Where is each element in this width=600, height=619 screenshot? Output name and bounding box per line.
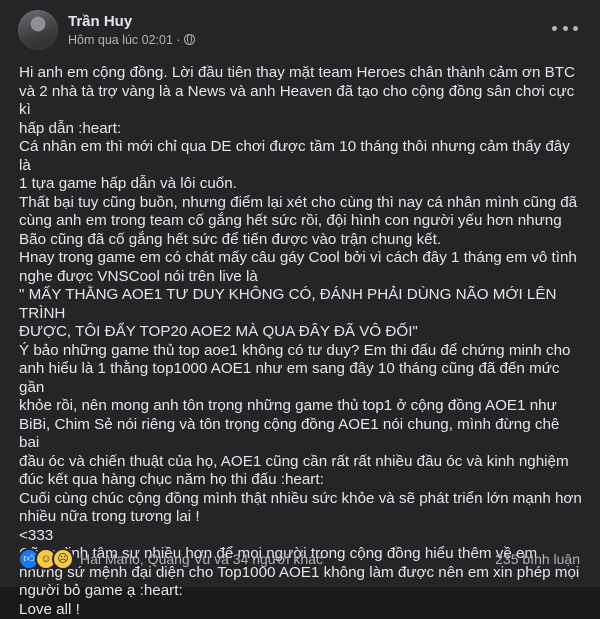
post-line: Cá nhân em thì mới chỉ qua DE chơi được … [19,138,583,175]
post-line: BiBi, Chim Sẻ nói riêng và tôn trọng cộn… [19,416,583,453]
post-text: Hi anh em cộng đồng. Lời đầu tiên thay m… [19,64,583,619]
post-subline: Hôm qua lúc 02:01 · [68,31,195,49]
post-line: cùng anh em trong team cố gắng hết sức r… [19,212,583,231]
post-line: Thất bại tuy cũng buồn, nhưng điểm lại x… [19,194,583,213]
post-line: hấp dẫn :heart: [19,120,583,139]
author-name[interactable]: Trần Huy [68,12,195,31]
post-line: Love all ! [19,601,583,619]
post-line: Hi anh em cộng đồng. Lời đầu tiên thay m… [19,64,583,83]
reaction-names[interactable]: Hải Mario, Quang Vu và 34 người khác [80,551,495,567]
more-options-icon[interactable] [552,20,578,36]
post-time[interactable]: Hôm qua lúc 02:01 · [68,31,181,49]
post-line: Cuối cùng chúc cộng đồng mình thật nhiều… [19,490,583,509]
post-line: Ý bảo những game thủ top aoe1 không có t… [19,342,583,361]
post-line: Hnay trong game em có chát mấy câu gáy C… [19,249,583,268]
avatar[interactable] [18,10,58,50]
post-line: " MẤY THẰNG AOE1 TƯ DUY KHÔNG CÓ, ĐÁNH P… [19,286,583,323]
post-line: <333 [19,527,583,546]
post-header: Trần Huy Hôm qua lúc 02:01 · [18,10,195,50]
post-line: 1 tựa game hấp dẫn và lôi cuốn. [19,175,583,194]
post-line: ĐƯỢC, TÔI ĐẨY TOP20 AOE2 MÀ QUA ĐÂY ĐÃ V… [19,323,583,342]
post-line: anh hiểu là 1 thằng top1000 AOE1 như em … [19,360,583,397]
post-card: Trần Huy Hôm qua lúc 02:01 · Hi anh em c… [0,0,600,587]
post-line: khỏe rồi, nên mong anh tôn trọng những g… [19,397,583,416]
post-line: người bỏ game ạ :heart: [19,582,583,601]
post-footer: 👍︎ ☺ ☹ Hải Mario, Quang Vu và 34 người k… [18,548,580,570]
sad-icon: ☹ [52,548,74,570]
post-line: đầu óc và chiến thuật của họ, AOE1 cũng … [19,453,583,472]
post-line: Bão cũng đã cố gắng hết sức để tiến được… [19,231,583,250]
post-line: đúc kết qua hàng chục năm họ thi đấu :he… [19,471,583,490]
reactions[interactable]: 👍︎ ☺ ☹ [18,548,74,570]
globe-icon [184,34,195,45]
post-line: nghe được VNSCool nói trên live là [19,268,583,287]
post-meta: Trần Huy Hôm qua lúc 02:01 · [68,12,195,49]
post-line: và 2 nhà tà trợ vàng là a News và anh He… [19,83,583,120]
post-line: nhiều nữa trong tương lai ! [19,508,583,527]
comments-count[interactable]: 235 bình luận [495,551,580,567]
